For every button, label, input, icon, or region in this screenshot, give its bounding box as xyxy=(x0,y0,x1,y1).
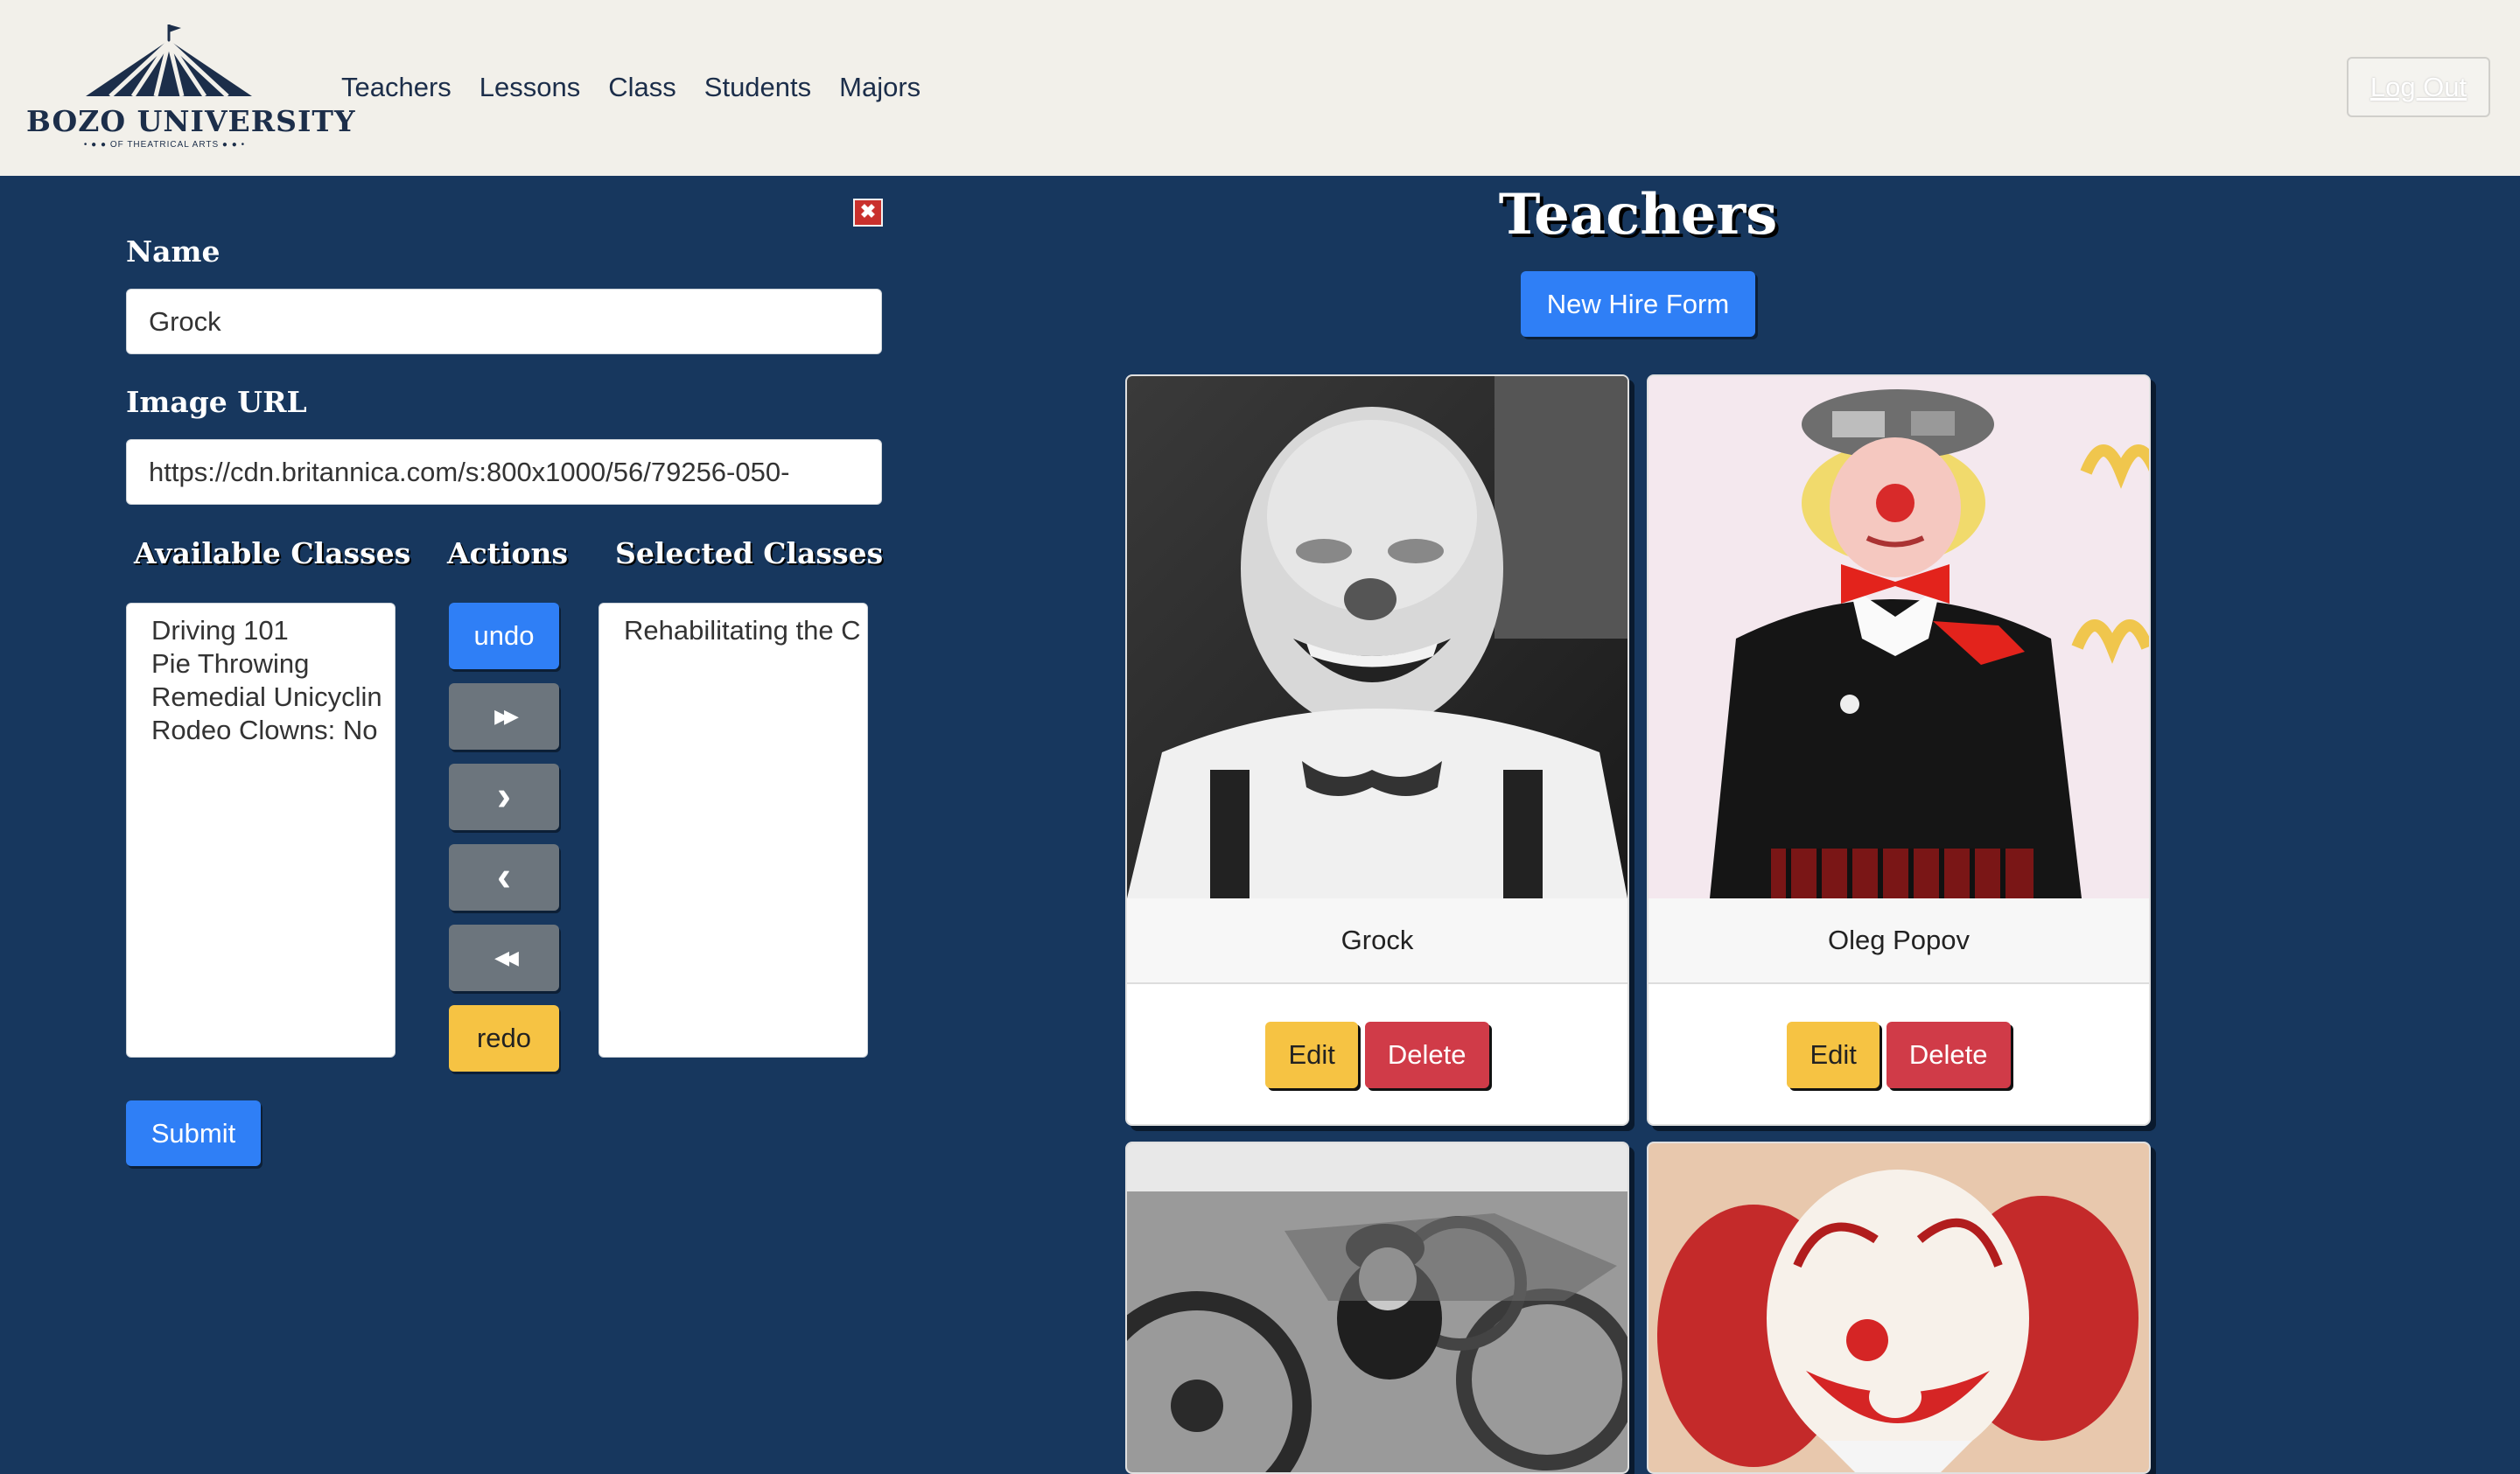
move-all-left-button[interactable]: ◀◀ xyxy=(449,925,559,991)
image-url-input[interactable]: https://cdn.britannica.com/s:800x1000/56… xyxy=(126,439,882,505)
available-class-option[interactable]: Pie Throwing xyxy=(151,647,370,681)
available-class-option[interactable]: Driving 101 xyxy=(151,614,370,647)
card-actions: Edit Delete xyxy=(1127,984,1628,1124)
actions-heading: Actions xyxy=(447,536,569,570)
edit-button[interactable]: Edit xyxy=(1787,1022,1880,1088)
edit-button[interactable]: Edit xyxy=(1265,1022,1358,1088)
navbar: BOZO UNIVERSITY • ● ● OF THEATRICAL ARTS… xyxy=(0,0,2520,176)
nav-item-class[interactable]: Class xyxy=(608,72,676,103)
teacher-card: Oleg Popov Edit Delete xyxy=(1647,374,2151,1126)
dots-right-icon: ● ● • xyxy=(219,140,246,150)
delete-button[interactable]: Delete xyxy=(1886,1022,2011,1088)
name-input[interactable]: Grock xyxy=(126,289,882,354)
teacher-card xyxy=(1647,1142,2151,1474)
brand-title: BOZO UNIVERSITY xyxy=(26,104,356,138)
nav-item-teachers[interactable]: Teachers xyxy=(341,72,452,103)
submit-button[interactable]: Submit xyxy=(126,1100,261,1166)
nav-links: Teachers Lessons Class Students Majors xyxy=(341,72,920,103)
teacher-name: Grock xyxy=(1127,898,1628,984)
double-chevron-left-icon: ◀◀ xyxy=(494,947,519,968)
close-form-button[interactable]: ✖ xyxy=(853,199,883,227)
chevron-right-icon: › xyxy=(497,773,511,820)
brand-subtitle: • ● ● OF THEATRICAL ARTS ● ● • xyxy=(26,140,303,150)
circus-tent-icon xyxy=(86,24,252,98)
dots-left-icon: • ● ● xyxy=(83,140,110,150)
teacher-card: Grock Edit Delete xyxy=(1125,374,1629,1126)
teacher-photo xyxy=(1648,1143,2149,1472)
teacher-photo xyxy=(1127,1143,1628,1472)
nav-item-majors[interactable]: Majors xyxy=(839,72,920,103)
redo-button[interactable]: redo xyxy=(449,1005,559,1072)
move-left-button[interactable]: ‹ xyxy=(449,844,559,911)
selected-classes-list[interactable]: Rehabilitating the C xyxy=(598,603,868,1058)
teacher-card xyxy=(1125,1142,1629,1474)
page-title: Teachers xyxy=(1498,182,1778,248)
teacher-photo xyxy=(1127,376,1628,898)
move-all-right-button[interactable]: ▶▶ xyxy=(449,683,559,750)
logout-button[interactable]: Log Out xyxy=(2347,57,2490,117)
chevron-left-icon: ‹ xyxy=(497,854,511,900)
available-class-option[interactable]: Remedial Unicyclin xyxy=(151,681,382,714)
name-label: Name xyxy=(126,234,220,269)
image-url-label: Image URL xyxy=(126,385,307,419)
double-chevron-right-icon: ▶▶ xyxy=(494,705,519,727)
selected-classes-heading: Selected Classes xyxy=(615,536,884,570)
nav-item-students[interactable]: Students xyxy=(704,72,811,103)
brand-subtitle-text: OF THEATRICAL ARTS xyxy=(109,140,220,150)
available-class-option[interactable]: Rodeo Clowns: No xyxy=(151,714,377,747)
undo-button[interactable]: undo xyxy=(449,603,559,669)
selected-class-option[interactable]: Rehabilitating the C xyxy=(624,614,861,647)
available-classes-list[interactable]: Driving 101 Pie Throwing Remedial Unicyc… xyxy=(126,603,396,1058)
teacher-photo xyxy=(1648,376,2149,898)
delete-button[interactable]: Delete xyxy=(1364,1022,1489,1088)
nav-item-lessons[interactable]: Lessons xyxy=(480,72,580,103)
new-hire-form-button[interactable]: New Hire Form xyxy=(1521,271,1755,337)
move-right-button[interactable]: › xyxy=(449,764,559,830)
university-logo[interactable]: BOZO UNIVERSITY • ● ● OF THEATRICAL ARTS… xyxy=(26,21,356,159)
available-classes-heading: Available Classes xyxy=(134,536,411,570)
teacher-name: Oleg Popov xyxy=(1648,898,2149,984)
card-actions: Edit Delete xyxy=(1648,984,2149,1124)
